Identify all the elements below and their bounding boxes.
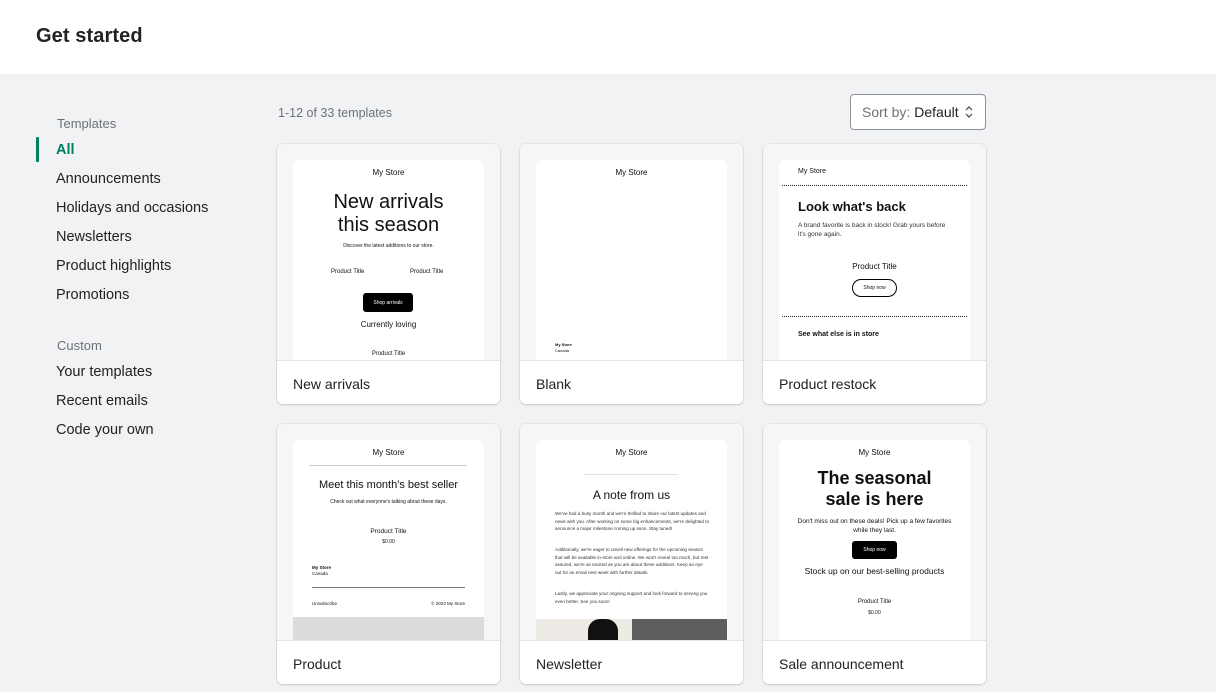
preview-body: A brand favorite is back in stock! Grab … xyxy=(798,222,946,238)
preview-subtext: Discover the latest additions to our sto… xyxy=(343,243,434,249)
preview-store-name: My Store xyxy=(372,168,405,177)
card-title: Product xyxy=(293,656,342,672)
preview-divider xyxy=(782,316,967,317)
preview-headline: New arrivals xyxy=(333,191,444,213)
template-card-sale-announcement[interactable]: My Store The seasonal sale is here Don't… xyxy=(763,424,986,684)
preview-product-title: Product Title xyxy=(331,269,365,275)
preview-footer-store: My Store xyxy=(555,342,572,347)
preview-product-title: Product Title xyxy=(410,269,444,275)
sidebar-item-announcements[interactable]: Announcements xyxy=(56,171,161,187)
preview-product-title: Product Title xyxy=(852,262,897,271)
top-bar: Get started xyxy=(0,0,1216,74)
active-indicator xyxy=(36,137,39,162)
template-card-newsletter[interactable]: My Store A note from us We've had a busy… xyxy=(520,424,743,684)
preview-headline: A note from us xyxy=(592,488,671,502)
sort-select[interactable]: Sort by: Default xyxy=(850,94,986,130)
sidebar-item-holidays[interactable]: Holidays and occasions xyxy=(56,200,208,216)
preview-product-title: Product Title xyxy=(857,599,892,605)
preview-headline: this season xyxy=(337,214,440,236)
preview-store-name: My Store xyxy=(615,448,648,457)
preview-subtext: Check out what everyone's talking about … xyxy=(330,499,447,505)
preview-paragraph: We've had a busy month and we're thrille… xyxy=(555,511,710,532)
preview-copyright: © 2023 My Store xyxy=(431,601,465,606)
template-card-blank[interactable]: My Store My Store Canada Blank xyxy=(520,144,743,404)
preview-divider xyxy=(309,465,467,466)
preview-section-title: Currently loving xyxy=(360,320,417,329)
preview-button: Shop now xyxy=(852,541,897,559)
preview-footer-store: My Store xyxy=(312,565,332,570)
template-card-new-arrivals[interactable]: My Store New arrivals this season Discov… xyxy=(277,144,500,404)
preview-price: $0.00 xyxy=(868,610,881,616)
template-card-product[interactable]: My Store Meet this month's best seller C… xyxy=(277,424,500,684)
preview-divider xyxy=(583,474,678,475)
template-preview: My Store My Store Canada xyxy=(536,160,727,360)
sort-prefix: Sort by: xyxy=(862,104,911,120)
sidebar-item-code-your-own[interactable]: Code your own xyxy=(56,422,154,438)
preview-unsubscribe: Unsubscribe xyxy=(312,601,338,606)
sidebar-item-recent-emails[interactable]: Recent emails xyxy=(56,393,148,409)
preview-photo-figure xyxy=(588,619,618,640)
preview-product-title: Product Title xyxy=(371,351,406,357)
template-preview: My Store Meet this month's best seller C… xyxy=(293,440,484,640)
preview-headline: The seasonal xyxy=(817,468,932,488)
preview-section-title: Stock up on our best-selling products xyxy=(804,566,945,576)
preview-footer-country: Canada xyxy=(555,348,570,353)
preview-headline: Meet this month's best seller xyxy=(318,479,459,491)
preview-price: $0.00 xyxy=(382,539,395,545)
template-preview: My Store New arrivals this season Discov… xyxy=(293,160,484,360)
card-title: Sale announcement xyxy=(779,656,904,672)
template-preview: My Store The seasonal sale is here Don't… xyxy=(779,440,970,640)
sidebar-item-newsletters[interactable]: Newsletters xyxy=(56,229,132,245)
select-chevron-icon xyxy=(965,106,973,118)
preview-store-name: My Store xyxy=(372,448,405,457)
preview-divider xyxy=(312,587,465,588)
preview-button: Shop now xyxy=(852,279,897,297)
preview-photo xyxy=(536,619,632,640)
preview-store-name: My Store xyxy=(615,168,648,177)
card-title: Blank xyxy=(536,376,572,392)
preview-subtext: Don't miss out on these deals! Pick up a… xyxy=(797,518,952,534)
preview-footer-country: Canada xyxy=(312,571,328,576)
card-title: Newsletter xyxy=(536,656,603,672)
preview-product-title: Product Title xyxy=(370,528,407,535)
preview-store-name: My Store xyxy=(798,168,827,175)
templates-section-label: Templates xyxy=(57,116,117,131)
preview-paragraph: Lastly, we appreciate your ongoing suppo… xyxy=(555,591,708,604)
custom-section-label: Custom xyxy=(57,338,102,353)
preview-store-name: My Store xyxy=(858,448,891,457)
preview-divider xyxy=(782,185,967,186)
card-title: Product restock xyxy=(779,376,877,392)
template-preview: My Store Look what's back A brand favori… xyxy=(779,160,970,360)
preview-section-title: See what else is in store xyxy=(798,331,879,338)
preview-photo-block xyxy=(632,619,727,640)
template-preview: My Store A note from us We've had a busy… xyxy=(536,440,727,640)
sidebar-item-all[interactable]: All xyxy=(56,142,75,158)
preview-paragraph: Additionally, we're eager to unveil new … xyxy=(555,547,709,575)
preview-image-placeholder xyxy=(293,617,484,640)
preview-headline: sale is here xyxy=(825,489,924,509)
card-title: New arrivals xyxy=(293,376,371,392)
template-count: 1-12 of 33 templates xyxy=(278,106,392,120)
sidebar-item-product-highlights[interactable]: Product highlights xyxy=(56,258,171,274)
sort-value: Default xyxy=(914,104,959,120)
sidebar-item-your-templates[interactable]: Your templates xyxy=(56,364,152,380)
template-card-product-restock[interactable]: My Store Look what's back A brand favori… xyxy=(763,144,986,404)
preview-headline: Look what's back xyxy=(798,199,906,214)
page-title: Get started xyxy=(36,25,143,47)
sidebar-item-promotions[interactable]: Promotions xyxy=(56,287,129,303)
preview-button: Shop arrivals xyxy=(363,293,413,312)
